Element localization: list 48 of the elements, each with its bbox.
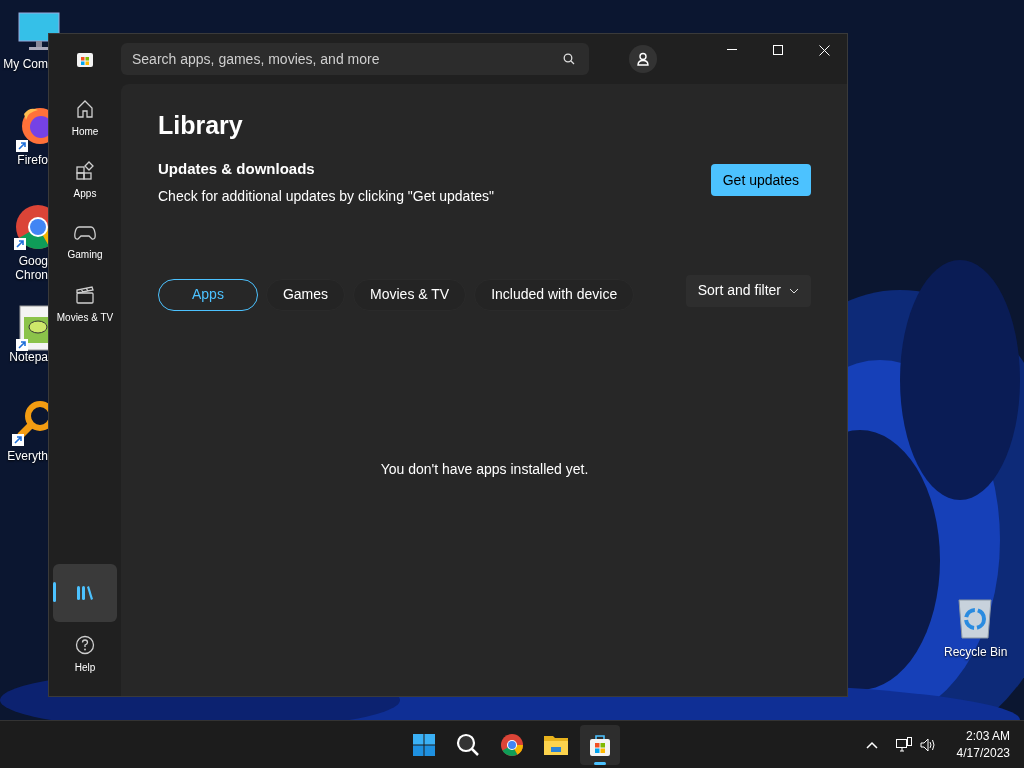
library-books-icon [75, 584, 95, 602]
selection-indicator [53, 582, 56, 602]
gamepad-icon [74, 224, 96, 242]
section-description: Check for additional updates by clicking "Get updates" [158, 186, 495, 206]
folder-icon [543, 734, 569, 756]
desktop-icon-label[interactable]: Recycle Bin [944, 645, 1008, 659]
chrome-icon [500, 733, 524, 757]
apps-grid-icon [75, 161, 95, 181]
search-icon [456, 733, 480, 757]
empty-message: You don't have apps installed yet. [380, 459, 589, 479]
desktop-icon-label[interactable]: My Com [3, 57, 48, 71]
maximize-icon [773, 45, 783, 55]
active-indicator [594, 762, 606, 765]
nav-item[interactable]: Home [53, 90, 117, 148]
nav-item[interactable]: Gaming [53, 214, 117, 272]
page-title: Library [158, 110, 244, 140]
desktop-icon-label[interactable]: Goog Chron [15, 254, 48, 282]
recycle-bin-icon [957, 598, 993, 640]
help-icon [75, 635, 95, 655]
desktop-icon-label[interactable]: Firefo [17, 153, 48, 167]
nav-item[interactable]: Apps [53, 152, 117, 210]
chevron-down-icon [789, 287, 799, 294]
minimize-icon [727, 49, 737, 51]
network-icon[interactable] [895, 737, 912, 753]
close-icon [818, 44, 830, 56]
person-icon [636, 52, 650, 66]
clock-time[interactable]: 2:03 AM [965, 728, 1010, 745]
search-icon[interactable] [563, 53, 575, 65]
desktop-icon-label[interactable]: Notepa [9, 350, 48, 364]
nav-item[interactable]: Movies & TV [53, 276, 117, 334]
monitor-icon [18, 12, 60, 52]
volume-icon[interactable] [919, 738, 937, 752]
account-button[interactable] [629, 45, 657, 73]
store-bag-icon [589, 733, 611, 757]
nav-item[interactable]: Help [53, 626, 117, 684]
store-bag-icon [76, 50, 94, 68]
taskbar-app[interactable] [580, 725, 620, 765]
windows-logo-icon [412, 733, 436, 757]
get-updates-button[interactable]: Get updates [710, 164, 811, 196]
desktop-icon-label[interactable]: Everyth [7, 449, 48, 463]
section-title: Updates & downloads [158, 159, 316, 179]
nav-item[interactable] [53, 564, 117, 622]
chevron-up-icon[interactable] [865, 741, 878, 749]
search-field[interactable]: Search apps, games, movies, and more [121, 43, 589, 75]
sort-filter-button[interactable]: Sort and filter [685, 274, 811, 307]
clock-date[interactable]: 4/17/2023 [956, 745, 1010, 762]
home-icon [75, 99, 95, 119]
clapperboard-icon [75, 285, 95, 305]
